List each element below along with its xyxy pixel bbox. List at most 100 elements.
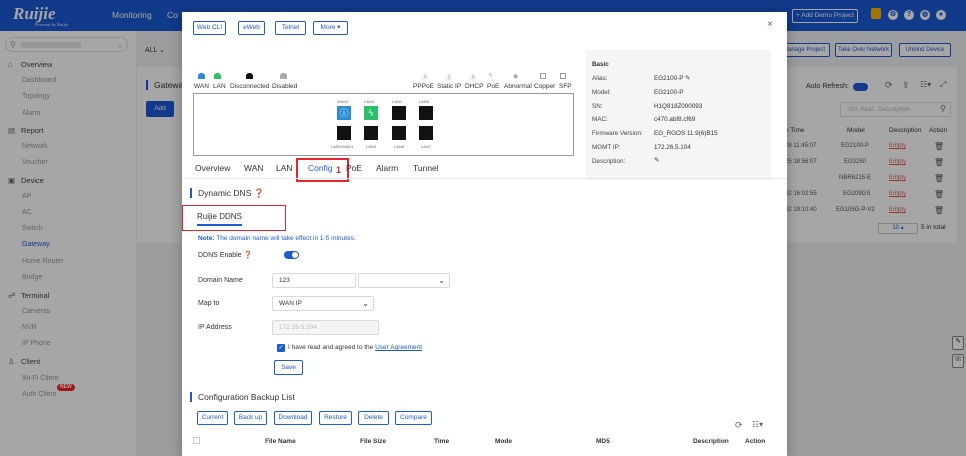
lan-legend-icon: [214, 73, 221, 79]
backup-section-title: Configuration Backup List: [190, 392, 295, 402]
tab-divider: [182, 178, 787, 179]
sn-value: H1Q818Z000093: [654, 103, 703, 110]
restore-button[interactable]: Restore: [319, 411, 352, 425]
model-value: EG2100-P: [654, 89, 684, 96]
mac-label: MAC:: [592, 116, 608, 123]
port-lan7[interactable]: [419, 126, 433, 140]
port-label: LAN7: [421, 144, 432, 149]
col-action: Action: [745, 438, 766, 445]
compare-button[interactable]: Compare: [395, 411, 432, 425]
dhcp-icon: Ⓓ: [470, 76, 477, 82]
pppoe-icon: Ⓟ: [422, 76, 429, 82]
legend-disconnected: Disconnected: [230, 83, 270, 90]
description-label: Description:: [592, 158, 626, 165]
edit-icon[interactable]: ✎: [685, 75, 690, 82]
ip-address-input: 172.26.5.104: [272, 320, 379, 335]
domain-suffix-select[interactable]: ⌄: [358, 273, 450, 288]
tab-lan[interactable]: LAN: [276, 163, 293, 173]
col-time: Time: [434, 438, 450, 445]
ip-address-label: IP Address: [198, 324, 232, 331]
tab-alarm[interactable]: Alarm: [376, 163, 398, 173]
port-label: LAN5: [394, 144, 405, 149]
col-md5: MD5: [596, 438, 610, 445]
agreement-checkbox[interactable]: ✓: [277, 344, 285, 352]
download-button[interactable]: Download: [274, 411, 312, 425]
legend-wan: WAN: [194, 83, 209, 90]
port-lan4[interactable]: [392, 106, 406, 120]
help-icon[interactable]: ❓: [244, 252, 253, 259]
refresh-icon[interactable]: ⟳: [735, 420, 743, 431]
delete-button[interactable]: Delete: [358, 411, 389, 425]
description-edit-icon[interactable]: ✎: [654, 157, 659, 164]
save-button[interactable]: Save: [274, 360, 303, 375]
more-button[interactable]: More ▾: [313, 21, 348, 35]
firmware-label: Firmware Version:: [592, 130, 643, 137]
sn-label: SN:: [592, 103, 603, 110]
port-lan3[interactable]: [364, 126, 378, 140]
poe-icon: ϟ: [489, 73, 493, 79]
device-panel: WAN0 LAN2 LAN4 LAN6 ⓘ ϟ LAN1/WAN1 LAN3 L…: [193, 93, 574, 156]
port-lan1-wan1[interactable]: [337, 126, 351, 140]
tab-config[interactable]: Config: [308, 163, 333, 173]
basic-title: Basic: [592, 61, 609, 68]
telnet-button[interactable]: Telnet: [275, 21, 306, 35]
back-up-button[interactable]: Back up: [234, 411, 267, 425]
columns-icon[interactable]: ☷▾: [752, 420, 763, 429]
domain-name-label: Domain Name: [198, 277, 243, 284]
col-file-size: File Size: [360, 438, 387, 445]
legend-poe: PoE: [487, 83, 500, 90]
map-to-select[interactable]: WAN IP ⌄: [272, 296, 374, 311]
legend-copper: Copper: [534, 83, 556, 90]
legend-static-ip: Static IP: [437, 83, 462, 90]
col-mode: Mode: [495, 438, 512, 445]
tab-poe[interactable]: PoE: [346, 163, 362, 173]
chevron-down-icon: ⌄: [438, 276, 445, 285]
user-agreement-link[interactable]: User Agreement: [375, 344, 422, 351]
ddns-enable-label: DDNS Enable ❓: [198, 252, 253, 259]
mac-value: c470.abf8.cf69: [654, 116, 696, 123]
port-label: LAN4: [392, 99, 403, 104]
tab-wan[interactable]: WAN: [244, 163, 264, 173]
tab-tunnel[interactable]: Tunnel: [413, 163, 439, 173]
close-icon[interactable]: ×: [767, 19, 773, 30]
abnormal-icon: ◉: [513, 74, 519, 80]
current-button[interactable]: Current: [197, 411, 228, 425]
device-detail-modal: Web CLI eWeb Telnet More ▾ × WAN LAN Dis…: [182, 12, 787, 456]
alias-value: EG2100-P ✎: [654, 75, 691, 82]
mgmt-ip-label: MGMT IP:: [592, 144, 621, 151]
select-all-checkbox[interactable]: [193, 437, 200, 444]
ddns-note: Note: The domain name will take effect i…: [198, 235, 356, 242]
port-lan5[interactable]: [392, 126, 406, 140]
tab-overview[interactable]: Overview: [195, 163, 230, 173]
legend-abnormal: Abnormal: [504, 83, 532, 90]
mgmt-ip-value: 172.26.5.104: [654, 144, 691, 151]
chevron-down-icon: ⌄: [362, 299, 369, 308]
port-wan0[interactable]: ⓘ: [337, 106, 351, 120]
ddns-enable-toggle[interactable]: [284, 251, 299, 259]
col-file-name: File Name: [265, 438, 296, 445]
disabled-legend-icon: [280, 73, 287, 79]
legend-disabled: Disabled: [272, 83, 298, 90]
legend-pppoe: PPPoE: [413, 83, 434, 90]
port-label: WAN0: [337, 99, 349, 104]
legend-dhcp: DHCP: [465, 83, 484, 90]
port-lan6[interactable]: [419, 106, 433, 120]
port-label: LAN6: [419, 99, 430, 104]
port-lan2[interactable]: ϟ: [364, 106, 378, 120]
port-label: LAN1/WAN1: [331, 144, 354, 149]
sfp-icon: [560, 73, 566, 79]
agreement-text: I have read and agreed to the User Agree…: [288, 344, 423, 351]
web-cli-button[interactable]: Web CLI: [193, 21, 226, 35]
port-label: LAN2: [364, 99, 375, 104]
map-to-label: Map to: [198, 300, 220, 307]
subtab-ruijie-ddns[interactable]: Ruijie DDNS: [197, 212, 242, 226]
wan-legend-icon: [198, 73, 205, 79]
eweb-button[interactable]: eWeb: [238, 21, 265, 35]
help-icon[interactable]: ❓: [254, 188, 265, 198]
model-label: Model:: [592, 89, 611, 96]
domain-name-input[interactable]: 123: [272, 273, 356, 288]
ddns-section-title: Dynamic DNS ❓: [190, 188, 264, 198]
col-description: Description: [693, 438, 729, 445]
legend-sfp: SFP: [559, 83, 572, 90]
copper-icon: [540, 73, 546, 79]
